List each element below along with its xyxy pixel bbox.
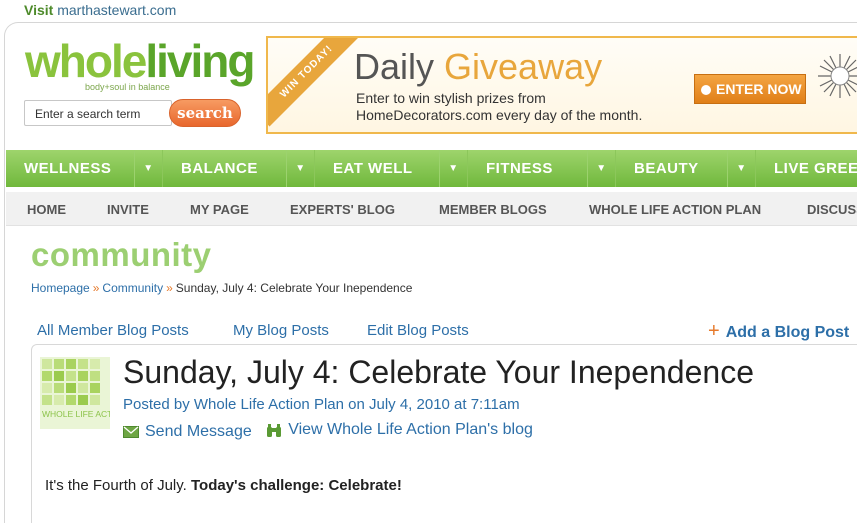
visit-marthastewart-link[interactable]: Visit marthastewart.com xyxy=(24,2,176,18)
tab-my-blog-posts[interactable]: My Blog Posts xyxy=(233,322,329,339)
search-button[interactable]: search xyxy=(169,99,241,127)
nav-eat-well[interactable]: EAT WELL ▼ xyxy=(315,150,468,187)
chevron-down-icon[interactable]: ▼ xyxy=(727,150,755,187)
banner-subtitle: Enter to win stylish prizes from HomeDec… xyxy=(356,90,643,123)
tab-all-member-posts[interactable]: All Member Blog Posts xyxy=(37,322,189,339)
visit-label: Visit xyxy=(24,2,54,18)
avatar-label: WHOLE LIFE ACTION PLAN xyxy=(42,409,110,419)
main-nav: WELLNESS ▼ BALANCE ▼ EAT WELL ▼ FITNESS ▼ BE… xyxy=(6,150,857,187)
subnav-discussions[interactable]: DISCUSSIONS xyxy=(807,202,857,217)
win-today-ribbon: WIN TODAY! xyxy=(268,38,362,127)
subnav-experts-blog[interactable]: EXPERTS' BLOG xyxy=(290,202,395,217)
nav-wellness[interactable]: WELLNESS ▼ xyxy=(6,150,163,187)
arrow-icon xyxy=(701,85,711,95)
nav-beauty[interactable]: BEAUTY ▼ xyxy=(616,150,756,187)
search-input[interactable]: Enter a search term xyxy=(24,100,172,126)
nav-balance[interactable]: BALANCE ▼ xyxy=(163,150,315,187)
view-blog-link[interactable]: View Whole Life Action Plan's blog xyxy=(266,421,533,439)
breadcrumb-community[interactable]: Community xyxy=(102,281,163,295)
chevron-down-icon[interactable]: ▼ xyxy=(134,150,162,187)
post-title: Sunday, July 4: Celebrate Your Inependen… xyxy=(123,354,754,390)
logo-tagline: body+soul in balance xyxy=(85,82,170,92)
logo-word-living: living xyxy=(145,35,255,87)
nav-fitness[interactable]: FITNESS ▼ xyxy=(468,150,616,187)
binoculars-icon xyxy=(267,423,282,437)
add-blog-post-button[interactable]: + Add a Blog Post xyxy=(708,320,849,343)
top-strip: Visit marthastewart.com xyxy=(0,0,857,22)
enter-now-button[interactable]: ENTER NOW xyxy=(694,74,806,104)
chevron-down-icon[interactable]: ▼ xyxy=(439,150,467,187)
subnav-action-plan[interactable]: WHOLE LIFE ACTION PLAN xyxy=(589,202,761,217)
subnav-home[interactable]: HOME xyxy=(27,202,66,217)
breadcrumb-current: Sunday, July 4: Celebrate Your Inependen… xyxy=(175,281,413,295)
send-message-link[interactable]: Send Message xyxy=(123,423,252,441)
plus-icon: + xyxy=(708,320,720,342)
sub-nav: HOME INVITE MY PAGE EXPERTS' BLOG MEMBER… xyxy=(6,192,857,226)
subnav-member-blogs[interactable]: MEMBER BLOGS xyxy=(439,202,547,217)
banner-title: Daily Giveaway xyxy=(354,46,603,87)
chevron-down-icon[interactable]: ▼ xyxy=(286,150,314,187)
envelope-icon xyxy=(123,425,139,438)
chevron-down-icon[interactable]: ▼ xyxy=(587,150,615,187)
subnav-invite[interactable]: INVITE xyxy=(107,202,149,217)
subnav-my-page[interactable]: MY PAGE xyxy=(190,202,249,217)
tab-edit-blog-posts[interactable]: Edit Blog Posts xyxy=(367,322,469,339)
section-title: community xyxy=(31,236,212,273)
logo-word-whole: whole xyxy=(25,35,147,87)
breadcrumb: Homepage» Community» Sunday, July 4: Celeb… xyxy=(31,281,413,295)
post-actions: Send Message View Whole Life Action Plan… xyxy=(123,421,543,443)
whole-living-logo[interactable]: wholeliving body+soul in balance xyxy=(25,35,255,92)
posted-by-line[interactable]: Posted by Whole Life Action Plan on July… xyxy=(123,396,520,413)
visit-site: marthastewart.com xyxy=(57,2,177,18)
daily-giveaway-banner[interactable]: WIN TODAY! Daily Giveaway Enter to win s… xyxy=(266,36,857,134)
breadcrumb-homepage[interactable]: Homepage xyxy=(31,281,90,295)
avatar[interactable]: WHOLE LIFE ACTION PLAN xyxy=(40,357,110,429)
sunburst-mirror-icon xyxy=(818,54,857,98)
post-body: It's the Fourth of July. Today's challen… xyxy=(45,477,402,494)
nav-live-green[interactable]: LIVE GREEN xyxy=(756,150,857,187)
